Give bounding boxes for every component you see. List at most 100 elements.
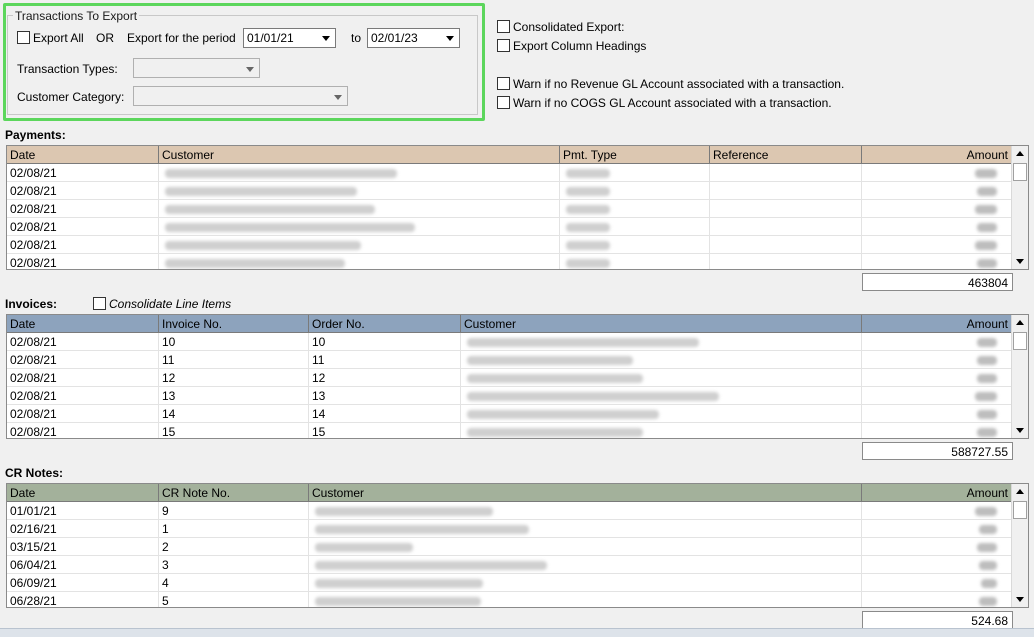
scroll-thumb[interactable] <box>1013 163 1027 181</box>
cell-customer <box>159 236 560 254</box>
chevron-down-icon[interactable] <box>442 30 458 46</box>
cell-note-no: 4 <box>159 574 309 592</box>
cell-amount <box>862 218 1012 236</box>
cell-date: 02/08/21 <box>7 164 159 182</box>
cell-reference <box>710 164 862 182</box>
payments-scrollbar[interactable] <box>1011 146 1028 269</box>
payments-col-pmt-type[interactable]: Pmt. Type <box>560 146 710 164</box>
table-row[interactable]: 06/09/21 4 <box>7 574 1012 592</box>
cell-date: 03/15/21 <box>7 538 159 556</box>
transaction-types-combo[interactable] <box>133 58 260 78</box>
invoices-grid[interactable]: Date Invoice No. Order No. Customer Amou… <box>6 314 1029 439</box>
scroll-thumb[interactable] <box>1013 501 1027 519</box>
cell-amount <box>862 254 1012 269</box>
table-row[interactable]: 02/08/21 <box>7 200 1012 218</box>
table-row[interactable]: 03/15/21 2 <box>7 538 1012 556</box>
table-row[interactable]: 02/08/21 14 14 <box>7 405 1012 423</box>
cr-notes-scrollbar[interactable] <box>1011 484 1028 607</box>
cr-notes-col-amount[interactable]: Amount <box>862 484 1012 502</box>
invoices-col-amount[interactable]: Amount <box>862 315 1012 333</box>
chevron-down-icon[interactable] <box>318 30 334 46</box>
table-row[interactable]: 06/28/21 5 <box>7 592 1012 607</box>
payments-label: Payments: <box>5 128 66 142</box>
cell-date: 06/09/21 <box>7 574 159 592</box>
invoices-col-date[interactable]: Date <box>7 315 159 333</box>
table-row[interactable]: 02/08/21 <box>7 182 1012 200</box>
cr-notes-col-date[interactable]: Date <box>7 484 159 502</box>
scroll-down-icon[interactable] <box>1012 422 1028 438</box>
table-row[interactable]: 02/08/21 11 11 <box>7 351 1012 369</box>
table-row[interactable]: 02/08/21 15 15 <box>7 423 1012 438</box>
table-row[interactable]: 02/08/21 <box>7 236 1012 254</box>
scroll-up-icon[interactable] <box>1012 146 1028 162</box>
cell-date: 02/08/21 <box>7 351 159 369</box>
scroll-up-icon[interactable] <box>1012 315 1028 331</box>
cell-customer <box>461 387 862 405</box>
redacted-value <box>566 259 610 268</box>
scroll-up-icon[interactable] <box>1012 484 1028 500</box>
cr-notes-col-note-no[interactable]: CR Note No. <box>159 484 309 502</box>
customer-category-combo[interactable] <box>133 86 348 106</box>
warn-revenue-checkbox[interactable] <box>497 77 510 90</box>
payments-col-reference[interactable]: Reference <box>710 146 862 164</box>
cell-customer <box>461 405 862 423</box>
invoices-col-order-no[interactable]: Order No. <box>309 315 461 333</box>
scroll-down-icon[interactable] <box>1012 253 1028 269</box>
export-group-title: Transactions To Export <box>13 9 140 23</box>
scroll-thumb[interactable] <box>1013 332 1027 350</box>
payments-col-date[interactable]: Date <box>7 146 159 164</box>
table-row[interactable]: 02/08/21 12 12 <box>7 369 1012 387</box>
cell-amount <box>862 164 1012 182</box>
cell-invoice-no: 13 <box>159 387 309 405</box>
warn-revenue-label: Warn if no Revenue GL Account associated… <box>513 77 845 91</box>
redacted-value <box>315 561 547 570</box>
from-date-combo[interactable]: 01/01/21 <box>243 28 336 48</box>
chevron-down-icon[interactable] <box>242 60 258 76</box>
export-all-checkbox[interactable] <box>17 31 30 44</box>
period-label: Export for the period <box>127 31 236 45</box>
table-row[interactable]: 02/08/21 10 10 <box>7 333 1012 351</box>
cell-customer <box>461 423 862 438</box>
cr-notes-grid[interactable]: Date CR Note No. Customer Amount 01/01/2… <box>6 483 1029 608</box>
cell-date: 02/08/21 <box>7 254 159 269</box>
to-date-combo[interactable]: 02/01/23 <box>367 28 460 48</box>
table-row[interactable]: 02/08/21 <box>7 164 1012 182</box>
cell-customer <box>309 538 862 556</box>
redacted-value <box>467 356 633 365</box>
payments-col-amount[interactable]: Amount <box>862 146 1012 164</box>
cr-notes-header: Date CR Note No. Customer Amount <box>7 484 1012 502</box>
invoices-scrollbar[interactable] <box>1011 315 1028 438</box>
scroll-down-icon[interactable] <box>1012 591 1028 607</box>
table-row[interactable]: 01/01/21 9 <box>7 502 1012 520</box>
cr-notes-col-customer[interactable]: Customer <box>309 484 862 502</box>
consolidated-export-checkbox[interactable] <box>497 20 510 33</box>
table-row[interactable]: 06/04/21 3 <box>7 556 1012 574</box>
table-row[interactable]: 02/08/21 13 13 <box>7 387 1012 405</box>
cell-reference <box>710 254 862 269</box>
invoices-header: Date Invoice No. Order No. Customer Amou… <box>7 315 1012 333</box>
cell-date: 02/08/21 <box>7 182 159 200</box>
redacted-value <box>975 241 997 250</box>
cell-note-no: 1 <box>159 520 309 538</box>
invoices-col-invoice-no[interactable]: Invoice No. <box>159 315 309 333</box>
cell-date: 06/28/21 <box>7 592 159 607</box>
payments-col-customer[interactable]: Customer <box>159 146 560 164</box>
cell-date: 02/08/21 <box>7 200 159 218</box>
payments-grid[interactable]: Date Customer Pmt. Type Reference Amount… <box>6 145 1029 270</box>
cell-amount <box>862 520 1012 538</box>
cell-customer <box>309 520 862 538</box>
warn-cogs-label: Warn if no COGS GL Account associated wi… <box>513 96 832 110</box>
cell-amount <box>862 502 1012 520</box>
consolidate-line-items-checkbox[interactable] <box>93 297 106 310</box>
chevron-down-icon[interactable] <box>330 88 346 104</box>
cell-order-no: 15 <box>309 423 461 438</box>
table-row[interactable]: 02/08/21 <box>7 254 1012 269</box>
table-row[interactable]: 02/16/21 1 <box>7 520 1012 538</box>
cell-customer <box>461 333 862 351</box>
warn-cogs-checkbox[interactable] <box>497 96 510 109</box>
table-row[interactable]: 02/08/21 <box>7 218 1012 236</box>
or-label: OR <box>96 31 114 45</box>
redacted-value <box>315 597 481 606</box>
export-column-headings-checkbox[interactable] <box>497 39 510 52</box>
invoices-col-customer[interactable]: Customer <box>461 315 862 333</box>
